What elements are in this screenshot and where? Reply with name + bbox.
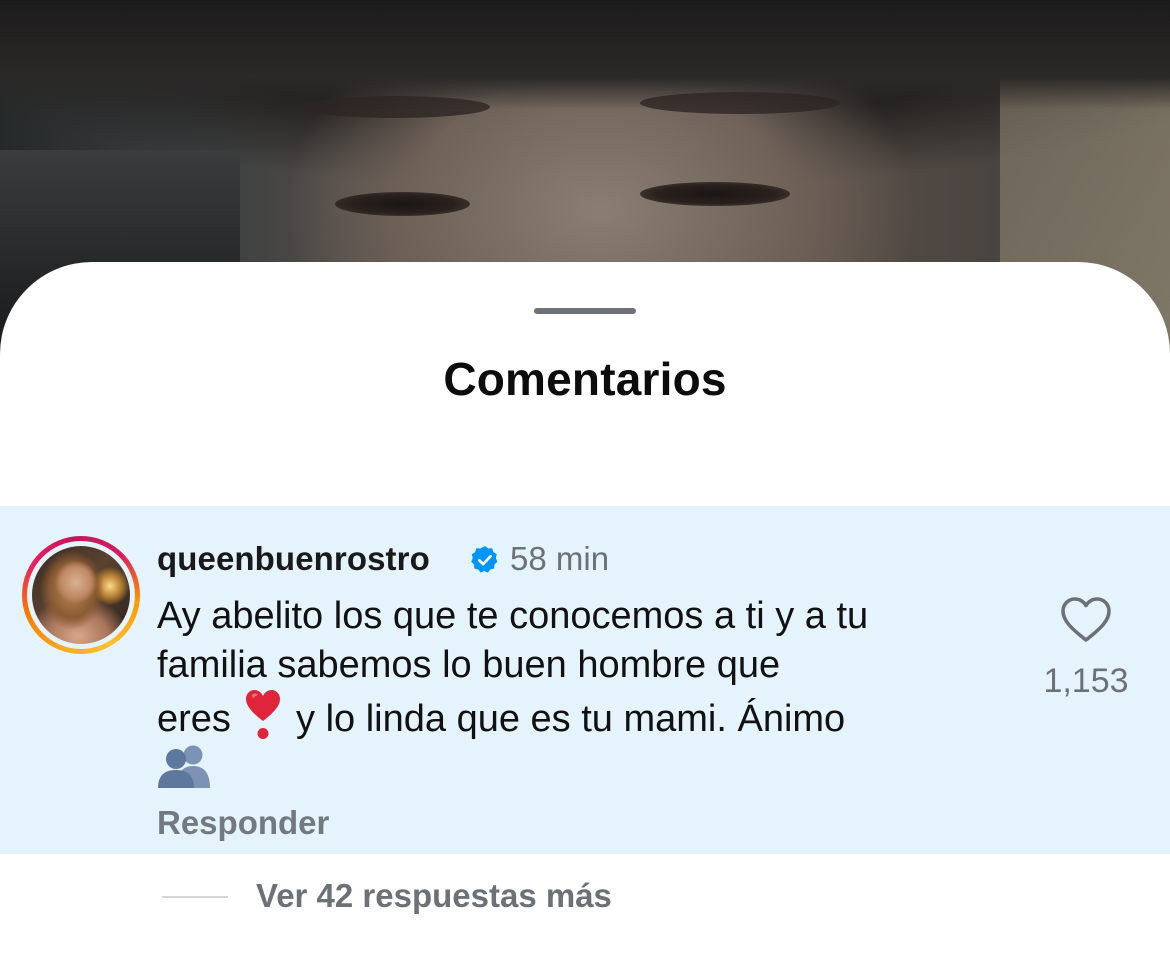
comment-text-line-3-start: eres — [157, 698, 242, 740]
like-count: 1,153 — [1043, 662, 1129, 700]
view-replies-row[interactable]: Ver 42 respuestas más — [0, 872, 1170, 922]
replies-divider-line — [162, 896, 228, 898]
video-eye-left — [335, 192, 470, 216]
video-cap-shadow — [0, 0, 1170, 110]
comment-username[interactable]: queenbuenrostro — [157, 540, 430, 578]
video-brow-left — [300, 96, 490, 118]
reply-button[interactable]: Responder — [157, 804, 329, 842]
comment-text-line-1: Ay abelito los que te conocemos a ti y a… — [157, 595, 869, 637]
avatar[interactable] — [32, 546, 130, 644]
comment-text-line-3-end: y lo linda que es tu mami. Ánimo — [285, 698, 846, 740]
comment-text-line-2: familia sabemos lo buen hombre que — [157, 643, 781, 686]
comments-sheet: Comentarios queenbuenrostro 58 min Ay ab… — [0, 262, 1170, 963]
comment-body: Ay abelito los que te conocemos a ti y a… — [157, 592, 997, 794]
comment-item: queenbuenrostro 58 min Ay abelito los qu… — [0, 506, 1170, 854]
sheet-title: Comentarios — [443, 353, 727, 405]
video-eye-right — [640, 182, 790, 206]
comment-timestamp: 58 min — [510, 540, 610, 577]
screen: Comentarios queenbuenrostro 58 min Ay ab… — [0, 0, 1170, 963]
busts-in-silhouette-icon — [157, 744, 213, 788]
heavy-heart-exclamation-icon — [245, 689, 281, 741]
heart-outline-icon[interactable] — [1060, 596, 1112, 644]
story-ring[interactable] — [22, 536, 140, 654]
view-more-replies-link[interactable]: Ver 42 respuestas más — [256, 877, 612, 915]
video-brow-right — [640, 92, 840, 114]
verified-badge-icon — [471, 546, 498, 573]
sheet-grabber-handle[interactable] — [534, 308, 636, 314]
